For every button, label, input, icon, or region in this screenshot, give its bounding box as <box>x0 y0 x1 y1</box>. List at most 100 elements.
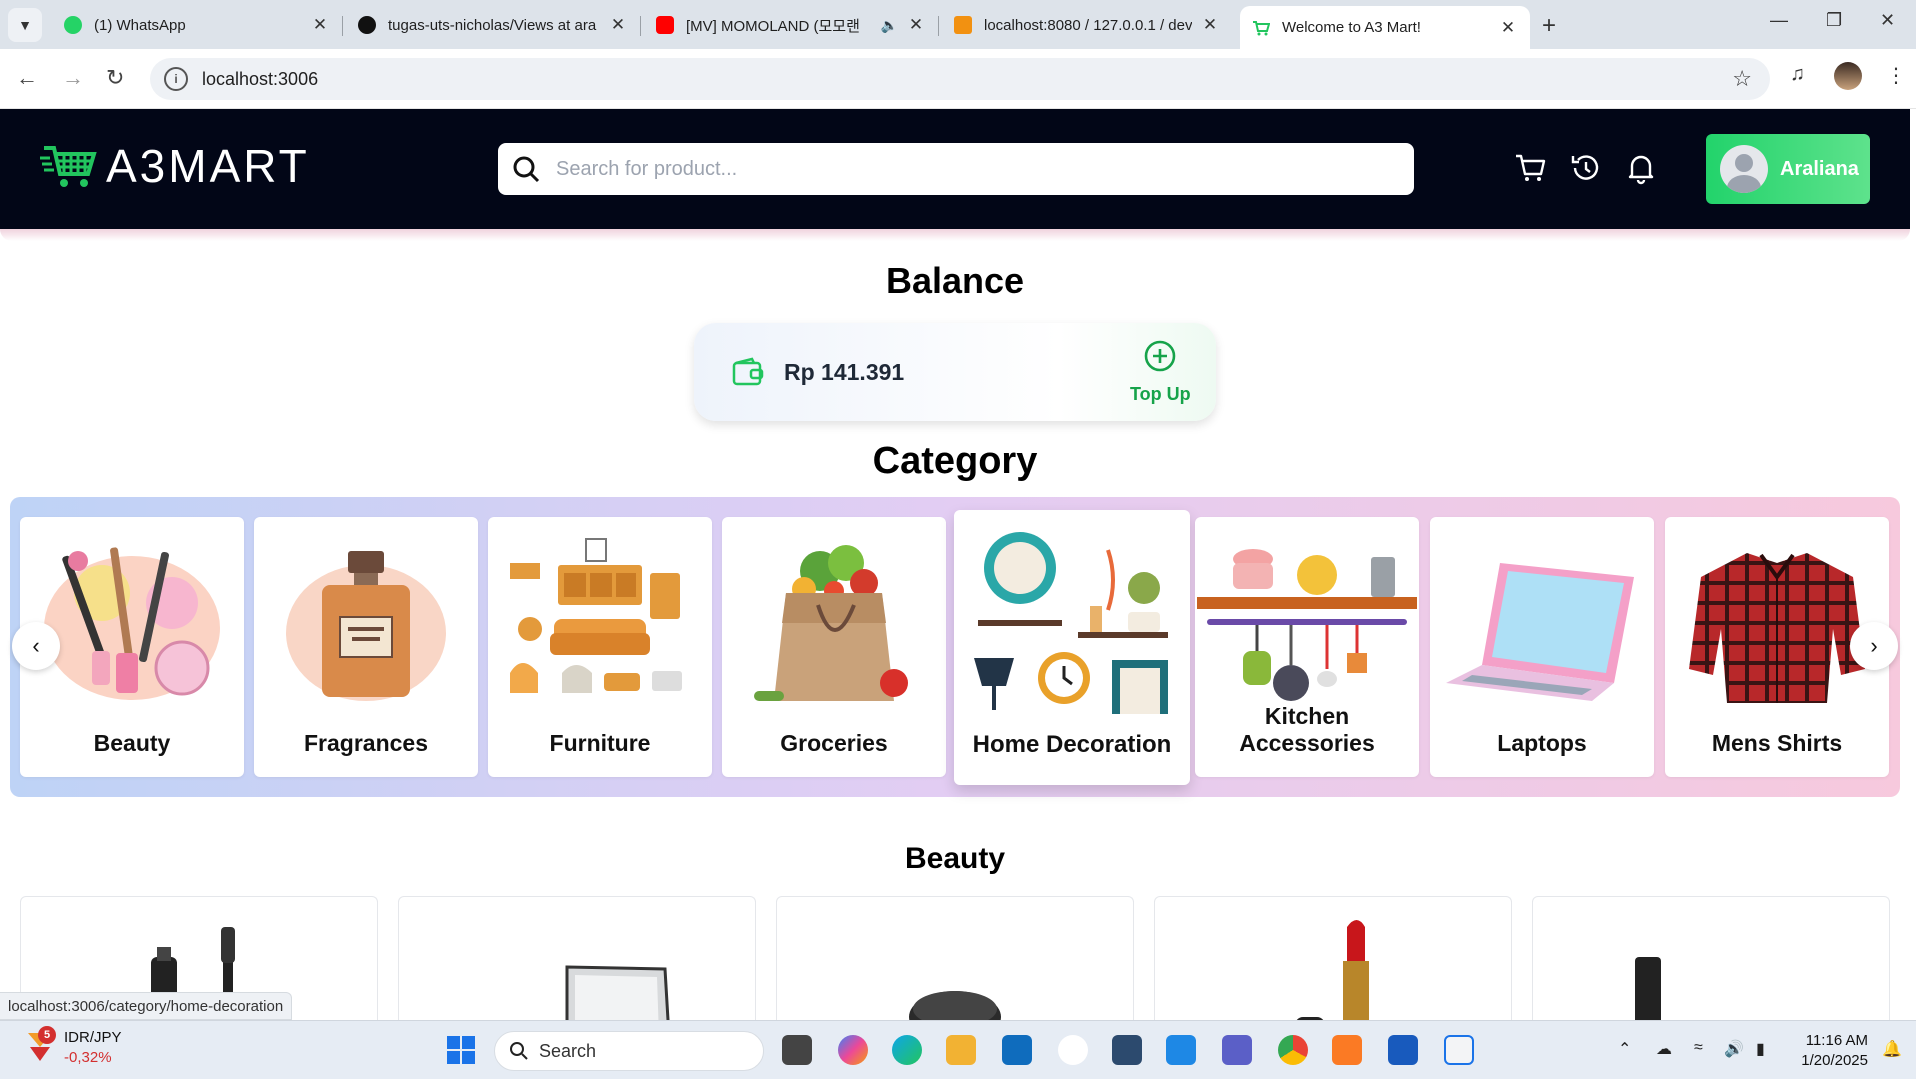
category-card-groceries[interactable]: Groceries <box>722 517 946 777</box>
tab-youtube[interactable]: [MV] MOMOLAND (모모랜 🔈 ✕ <box>644 6 939 44</box>
fragrance-illustration <box>286 551 446 701</box>
category-card-laptops[interactable]: Laptops <box>1430 517 1654 777</box>
category-label: Kitchen Accessories <box>1239 703 1375 756</box>
header-divider <box>0 229 1910 241</box>
product-card[interactable] <box>1532 896 1890 1036</box>
category-card-kitchen-accessories[interactable]: Kitchen Accessories <box>1195 517 1419 777</box>
clock-date: 1/20/2025 <box>1801 1052 1868 1069</box>
search-bar[interactable] <box>498 143 1414 195</box>
tray-overflow-icon[interactable]: ⌃ <box>1618 1039 1631 1059</box>
whatsapp-icon <box>64 16 82 34</box>
close-icon[interactable]: ✕ <box>310 15 330 35</box>
restore-icon[interactable]: ❐ <box>1826 10 1842 31</box>
wifi-icon[interactable]: ≈ <box>1694 1039 1703 1057</box>
windows-start-icon[interactable] <box>446 1035 476 1065</box>
edge-icon[interactable] <box>892 1035 922 1065</box>
chevron-down-icon: ▼ <box>18 17 32 33</box>
address-url[interactable]: localhost:3006 <box>202 69 318 90</box>
outlook-icon[interactable] <box>1002 1035 1032 1065</box>
product-card[interactable] <box>776 896 1134 1036</box>
speaker-icon[interactable]: 🔈 <box>881 17 898 34</box>
search-icon[interactable] <box>512 155 540 183</box>
close-icon[interactable]: ✕ <box>608 15 628 35</box>
github-icon <box>358 16 376 34</box>
nail-polish-image <box>1635 957 1755 1036</box>
search-input[interactable] <box>556 157 1414 181</box>
mysql-workbench-icon[interactable] <box>1112 1035 1142 1065</box>
furniture-illustration <box>510 538 682 693</box>
minimize-icon[interactable]: — <box>1770 10 1788 31</box>
category-label: Home Decoration <box>972 731 1172 758</box>
groceries-illustration <box>754 545 908 701</box>
topup-label: Top Up <box>1130 384 1191 404</box>
user-menu-button[interactable]: Araliana <box>1706 134 1870 204</box>
topup-button[interactable]: Top Up <box>1130 339 1191 405</box>
address-bar[interactable]: i localhost:3006 ☆ <box>150 58 1770 100</box>
snipping-tool-icon[interactable] <box>1444 1035 1474 1065</box>
link-status-bar: localhost:3006/category/home-decoration <box>0 992 293 1020</box>
media-control-icon[interactable]: ♫ <box>1790 63 1805 86</box>
windows-taskbar: 5 IDR/JPY -0,32% Search ⌃ ☁ ≈ 🔊 ▮ 11:16 … <box>0 1020 1916 1079</box>
word-icon[interactable] <box>1388 1035 1418 1065</box>
tab-search-button[interactable]: ▼ <box>8 8 42 42</box>
site-info-icon[interactable]: i <box>164 67 188 91</box>
back-icon[interactable]: ← <box>16 65 38 91</box>
tab-whatsapp[interactable]: (1) WhatsApp ✕ <box>52 6 343 44</box>
notification-center-icon[interactable]: 🔔 <box>1882 1039 1902 1059</box>
carousel-next-button[interactable]: › <box>1850 622 1898 670</box>
powder-compact-image <box>909 991 1001 1036</box>
reload-icon[interactable]: ↻ <box>106 65 124 91</box>
beauty-illustration <box>44 547 220 700</box>
mongodb-icon[interactable] <box>1058 1035 1088 1065</box>
category-card-home-decoration[interactable]: Home Decoration <box>954 510 1190 785</box>
volume-icon[interactable]: 🔊 <box>1724 1039 1744 1059</box>
lipstick-image <box>1295 920 1369 1036</box>
carousel-prev-button[interactable]: ‹ <box>12 622 60 670</box>
logo[interactable]: A3MART <box>40 139 310 193</box>
shirt-illustration <box>1689 553 1865 703</box>
tab-title: tugas-uts-nicholas/Views at ara <box>388 16 597 34</box>
tab-github[interactable]: tugas-uts-nicholas/Views at ara ✕ <box>346 6 641 44</box>
category-label: Fragrances <box>303 730 428 756</box>
forward-icon[interactable]: → <box>62 65 84 91</box>
bookmark-star-icon[interactable]: ☆ <box>1732 66 1752 92</box>
copilot-icon[interactable] <box>838 1035 868 1065</box>
wallet-icon <box>732 357 764 386</box>
browser-toolbar: ← → ↻ i localhost:3006 ☆ ♫ ⋮ <box>0 49 1916 109</box>
battery-icon[interactable]: ▮ <box>1756 1039 1765 1059</box>
balance-card: Rp 141.391 Top Up <box>694 323 1216 421</box>
stock-widget[interactable]: 5 IDR/JPY -0,32% <box>24 1026 122 1070</box>
close-icon[interactable]: ✕ <box>1498 18 1518 38</box>
taskbar-search-label: Search <box>539 1040 597 1061</box>
xampp-icon[interactable] <box>1332 1035 1362 1065</box>
bell-icon[interactable] <box>1624 151 1658 185</box>
tab-title: (1) WhatsApp <box>94 16 186 34</box>
teams-icon[interactable] <box>1222 1035 1252 1065</box>
onedrive-icon[interactable]: ☁ <box>1656 1039 1672 1059</box>
cart-icon[interactable] <box>1514 151 1548 185</box>
vscode-icon[interactable] <box>1166 1035 1196 1065</box>
product-card[interactable] <box>398 896 756 1036</box>
category-card-fragrances[interactable]: Fragrances <box>254 517 478 777</box>
system-clock[interactable]: 11:16 AM 1/20/2025 <box>1792 1031 1868 1071</box>
close-icon[interactable]: ✕ <box>906 15 926 35</box>
category-card-furniture[interactable]: Furniture <box>488 517 712 777</box>
product-card[interactable] <box>1154 896 1512 1036</box>
taskbar-search[interactable]: Search <box>494 1031 764 1071</box>
tab-a3mart[interactable]: Welcome to A3 Mart! ✕ <box>1240 6 1530 49</box>
history-icon[interactable] <box>1569 151 1603 185</box>
file-explorer-icon[interactable] <box>946 1035 976 1065</box>
menu-dots-icon[interactable]: ⋮ <box>1886 63 1906 88</box>
close-icon[interactable]: ✕ <box>1200 15 1220 35</box>
task-view-icon[interactable] <box>782 1035 812 1065</box>
category-heading: Category <box>872 440 1038 482</box>
chevron-right-icon: › <box>1870 633 1878 658</box>
chrome-icon[interactable] <box>1278 1035 1308 1065</box>
tab-phpmyadmin[interactable]: localhost:8080 / 127.0.0.1 / dev ✕ <box>942 6 1232 44</box>
ticker-pair: IDR/JPY <box>64 1029 122 1046</box>
category-label: Furniture <box>549 730 651 756</box>
tab-title: Welcome to A3 Mart! <box>1282 19 1421 36</box>
browser-profile-avatar[interactable] <box>1834 62 1862 90</box>
window-close-icon[interactable]: ✕ <box>1880 10 1895 31</box>
new-tab-button[interactable]: + <box>1542 12 1556 40</box>
